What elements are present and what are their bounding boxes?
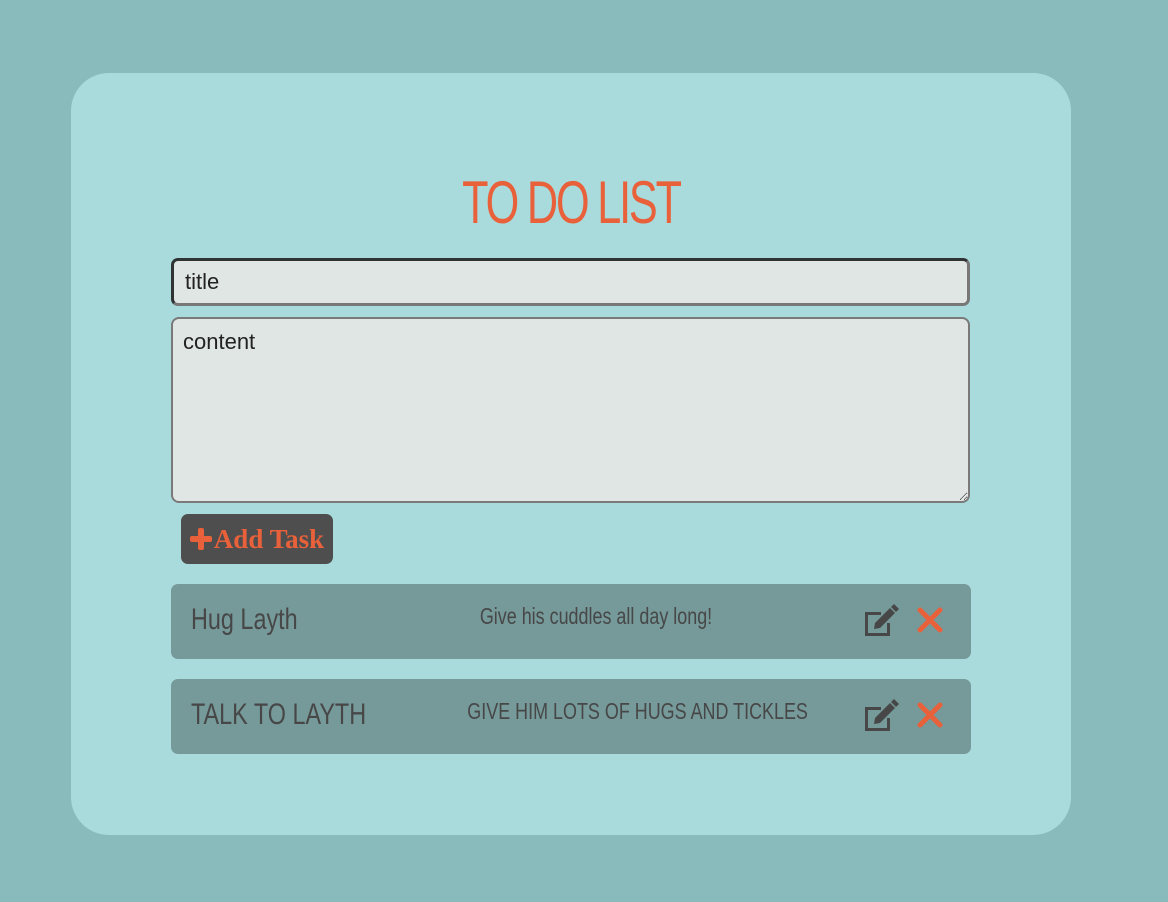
delete-task-button[interactable] bbox=[916, 606, 944, 634]
task-content: Give his cuddles all day long! bbox=[479, 603, 713, 629]
task-item: Hug Layth Give his cuddles all day long! bbox=[171, 584, 971, 659]
edit-task-button[interactable] bbox=[861, 604, 899, 638]
add-task-button[interactable]: Add Task bbox=[181, 514, 333, 564]
edit-icon bbox=[865, 604, 899, 636]
task-title: Hug Layth bbox=[191, 603, 298, 636]
task-content: GIVE HIM LOTS OF HUGS AND TICKLES bbox=[467, 698, 808, 724]
edit-icon bbox=[865, 699, 899, 731]
task-title: TALK TO LAYTH bbox=[191, 698, 367, 731]
content-input[interactable]: content bbox=[171, 317, 970, 503]
plus-icon bbox=[189, 528, 212, 550]
add-task-label: Add Task bbox=[213, 523, 325, 554]
todo-card: TO DO LIST content Add Task Hug Layth Gi… bbox=[71, 73, 1071, 835]
delete-task-button[interactable] bbox=[916, 701, 944, 729]
title-input[interactable] bbox=[171, 258, 970, 306]
close-icon bbox=[917, 607, 943, 633]
task-item: TALK TO LAYTH GIVE HIM LOTS OF HUGS AND … bbox=[171, 679, 971, 754]
page-title: TO DO LIST bbox=[462, 169, 682, 236]
edit-task-button[interactable] bbox=[861, 699, 899, 733]
close-icon bbox=[917, 702, 943, 728]
